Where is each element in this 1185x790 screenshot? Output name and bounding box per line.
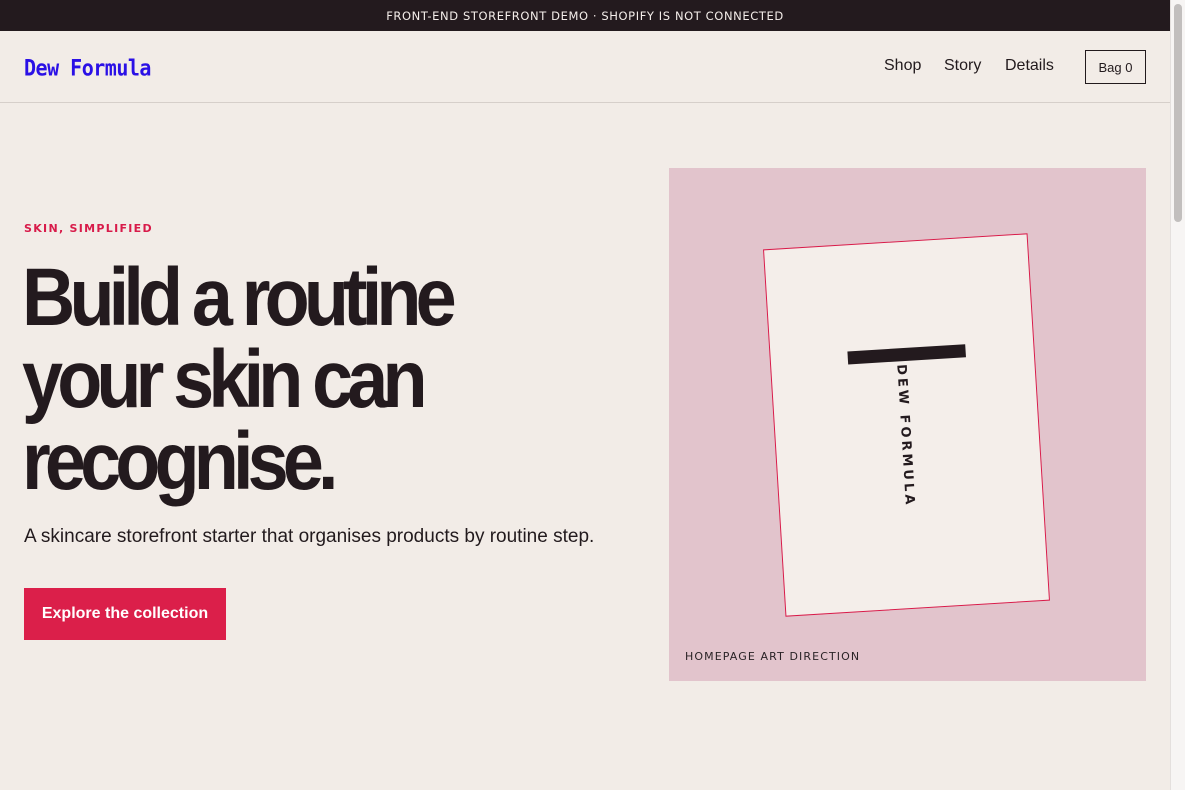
art-caption: HOMEPAGE ART DIRECTION	[685, 650, 861, 663]
hero-subcopy: A skincare storefront starter that organ…	[24, 526, 595, 547]
hero-art-panel: DEW FORMULA HOMEPAGE ART DIRECTION	[669, 168, 1146, 681]
scrollbar[interactable]	[1170, 0, 1185, 790]
scrollbar-thumb[interactable]	[1174, 4, 1182, 222]
art-wordmark: DEW FORMULA	[893, 363, 918, 508]
art-bar	[847, 344, 966, 365]
hero-kicker: SKIN, SIMPLIFIED	[24, 222, 153, 235]
nav-link-story[interactable]: Story	[944, 57, 981, 75]
hero-headline: Build a routine your skin can recognise.	[22, 252, 457, 507]
bag-button[interactable]: Bag 0	[1085, 50, 1146, 84]
nav-link-details[interactable]: Details	[1005, 57, 1054, 75]
nav-link-shop[interactable]: Shop	[884, 57, 921, 75]
headline-line: Build a routine	[22, 252, 457, 343]
site-header: Dew Formula Shop Story Details Bag 0	[0, 31, 1170, 103]
headline-line: your skin can	[22, 334, 428, 425]
headline-line: recognise.	[22, 416, 338, 507]
announcement-text: FRONT-END STOREFRONT DEMO · SHOPIFY IS N…	[386, 8, 784, 23]
announcement-bar: FRONT-END STOREFRONT DEMO · SHOPIFY IS N…	[0, 0, 1170, 31]
art-card: DEW FORMULA	[763, 233, 1050, 617]
explore-collection-button[interactable]: Explore the collection	[24, 588, 226, 640]
logo[interactable]: Dew Formula	[24, 54, 151, 81]
